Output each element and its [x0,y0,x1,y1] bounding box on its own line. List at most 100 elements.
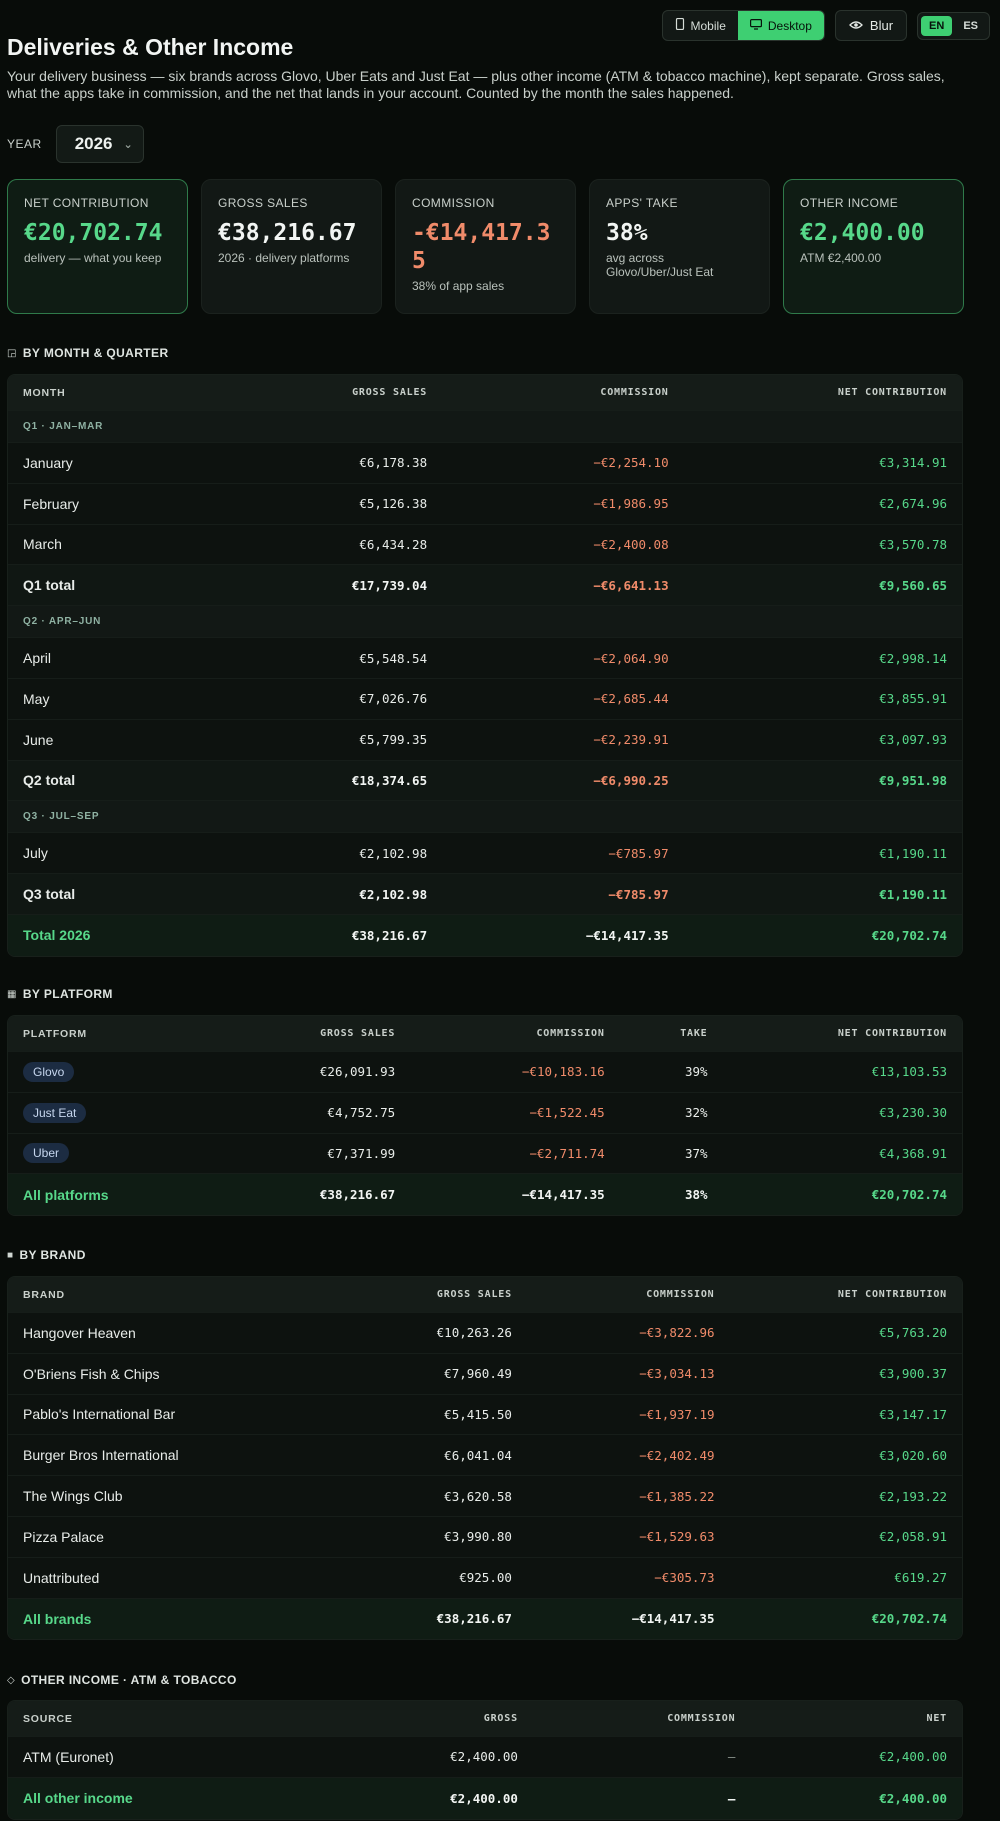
quarter-total-row: Q2 total €18,374.65 −€6,990.25 €9,951.98 [8,760,962,802]
table-row: Uber €7,371.99 −€2,711.74 37% €4,368.91 [8,1134,962,1175]
take-value: 32% [684,1105,708,1121]
card-sub: ATM €2,400.00 [800,251,882,265]
section-title-text: BY PLATFORM [22,987,113,1001]
col-platform: PLATFORM [23,1027,87,1040]
section-title-text: BY BRAND [19,1248,86,1262]
table-row: ATM (Euronet) €2,400.00 – €2,400.00 [8,1737,962,1778]
card-label: NET CONTRIBUTION [24,196,149,210]
mobile-view-button[interactable]: Mobile [663,11,738,40]
net-value: €3,314.91 [879,455,948,471]
table-header: SOURCE GROSS COMMISSION NET [8,1701,962,1737]
year-select[interactable]: 2026 ⌄ [55,125,144,163]
gross-value: €38,216.67 [351,927,428,943]
net-value: €13,103.53 [871,1064,947,1080]
commission-value: −€1,529.63 [639,1529,715,1545]
lang-en-button[interactable]: EN [921,15,953,36]
col-gross: GROSS SALES [320,1028,396,1039]
net-value: €3,855.91 [879,691,948,707]
mobile-view-label: Mobile [690,18,726,33]
quarter-row: Q2 · APR–JUN [8,606,962,639]
commission-value: −€3,822.96 [639,1325,715,1341]
desktop-view-button[interactable]: Desktop [737,11,824,40]
year-value: 2026 [74,134,113,153]
net-value: €5,763.20 [879,1325,948,1341]
table-row: O'Briens Fish & Chips €7,960.49 −€3,034.… [8,1354,962,1395]
gross-value: €18,374.65 [351,772,428,788]
col-commission: COMMISSION [667,1713,736,1724]
total-label: All brands [23,1610,92,1627]
source-name: ATM (Euronet) [23,1748,114,1765]
platform-badge-uber[interactable]: Uber [23,1143,70,1164]
commission-value: −€1,385.22 [639,1488,715,1504]
brand-name: Hangover Heaven [23,1324,136,1341]
top-controls: Mobile Desktop Blur EN ES [661,10,990,41]
card-label: APPS' TAKE [606,196,678,210]
net-value: €3,097.93 [879,732,948,748]
gross-value: €7,960.49 [444,1366,512,1382]
net-value: €2,400.00 [879,1790,947,1806]
table-row: April €5,548.54 −€2,064.90 €2,998.14 [8,638,962,679]
net-value: €3,147.17 [879,1406,948,1422]
col-commission: COMMISSION [536,1028,605,1039]
gross-value: €5,415.50 [444,1406,512,1422]
card-label: GROSS SALES [218,196,308,210]
commission-value: −€6,990.25 [593,772,669,788]
month-name: January [23,454,73,471]
blur-button[interactable]: Blur [834,10,908,41]
section-title-month: ◲ BY MONTH & QUARTER [7,346,169,360]
card-sub: delivery — what you keep [24,251,162,265]
gross-value: €10,263.26 [436,1325,512,1341]
table-row: March €6,434.28 −€2,400.08 €3,570.78 [8,525,962,566]
table-row: May €7,026.76 −€2,685.44 €3,855.91 [8,679,962,720]
commission-value: −€2,400.08 [593,536,669,552]
card-net-contribution: NET CONTRIBUTION €20,702.74 delivery — w… [7,179,188,314]
platform-badge-glovo[interactable]: Glovo [23,1061,75,1082]
commission-value: −€1,522.45 [529,1105,605,1121]
section-title-text: OTHER INCOME · ATM & TOBACCO [21,1673,237,1687]
brand-name: Pizza Palace [23,1528,104,1545]
commission-value: −€14,417.35 [631,1611,715,1627]
quarter-label: Q3 · JUL–SEP [23,811,100,823]
card-gross-sales: GROSS SALES €38,216.67 2026 · delivery p… [201,179,382,314]
card-value: -€14,417.35 [412,220,551,274]
net-value: €4,368.91 [879,1145,947,1161]
brand-name: The Wings Club [23,1488,123,1505]
card-value: 38% [606,220,648,246]
calendar-icon: ◲ [7,347,17,359]
quarter-label: Q2 · APR–JUN [23,616,102,628]
col-month: MONTH [23,386,66,399]
year-label: YEAR [7,137,42,151]
col-commission: COMMISSION [646,1289,715,1300]
total-label: Q3 total [23,886,76,903]
gross-value: €5,126.38 [359,496,428,512]
table-header: PLATFORM GROSS SALES COMMISSION TAKE NET… [8,1016,962,1052]
net-value: €3,020.60 [879,1447,948,1463]
table-row: Just Eat €4,752.75 −€1,522.45 32% €3,230… [8,1093,962,1134]
gross-value: €2,400.00 [450,1749,518,1765]
net-value: €3,570.78 [879,536,948,552]
card-value: €38,216.67 [218,220,357,246]
table-row: January €6,178.38 −€2,254.10 €3,314.91 [8,443,962,484]
col-net: NET CONTRIBUTION [837,1028,947,1039]
platform-table: PLATFORM GROSS SALES COMMISSION TAKE NET… [7,1015,963,1217]
col-gross: GROSS [483,1713,518,1724]
gross-value: €4,752.75 [327,1105,396,1121]
commission-value: −€10,183.16 [521,1064,605,1080]
col-gross: GROSS SALES [436,1289,512,1300]
take-value: 38% [684,1187,708,1203]
take-value: 39% [684,1064,708,1080]
month-name: April [23,650,52,667]
net-value: €2,193.22 [879,1488,948,1504]
table-header: BRAND GROSS SALES COMMISSION NET CONTRIB… [8,1277,962,1313]
net-value: €2,058.91 [879,1529,948,1545]
gross-value: €925.00 [459,1570,512,1586]
lang-es-button[interactable]: ES [955,16,986,36]
col-commission: COMMISSION [600,387,669,398]
card-other-income: OTHER INCOME €2,400.00 ATM €2,400.00 [783,179,964,314]
month-name: June [23,731,54,748]
net-value: €2,674.96 [879,496,948,512]
desktop-view-label: Desktop [767,18,812,33]
commission-value: −€6,641.13 [593,577,669,593]
brand-total-row: All brands €38,216.67 −€14,417.35 €20,70… [8,1598,962,1640]
platform-badge-just-eat[interactable]: Just Eat [23,1102,87,1123]
